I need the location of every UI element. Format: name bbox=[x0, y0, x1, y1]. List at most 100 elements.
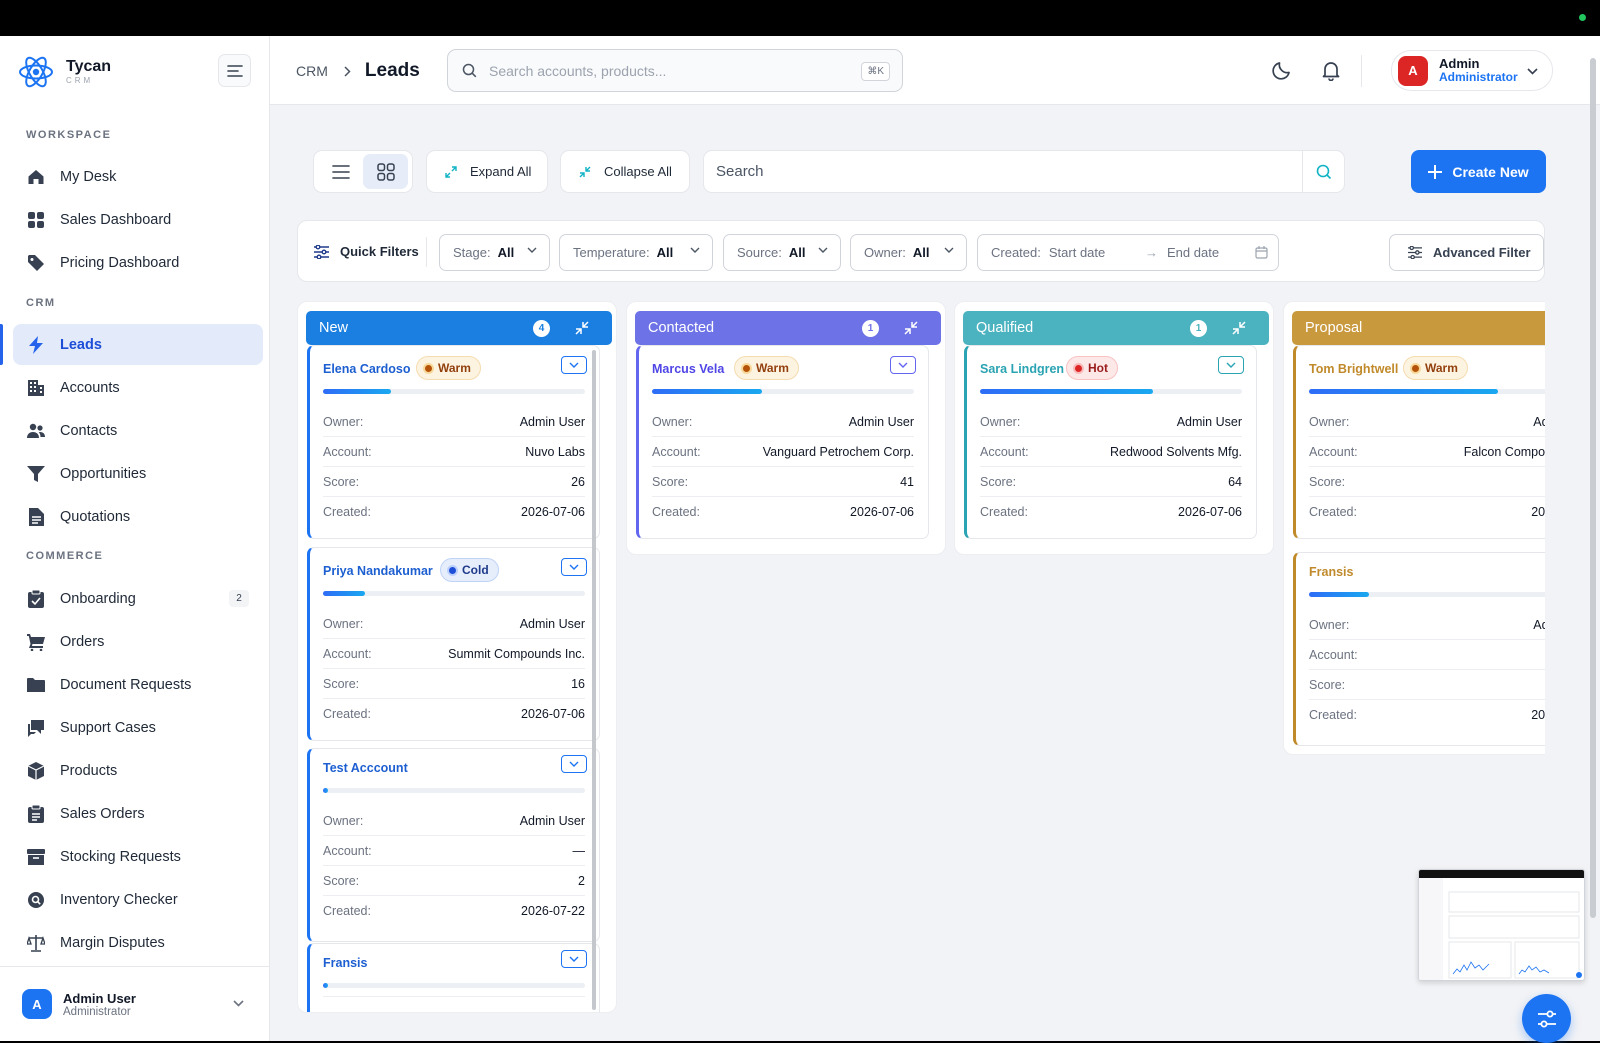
lead-card[interactable]: Fransis Owner: Adm Account: Score: Created: 20… bbox=[1293, 552, 1545, 746]
sidebar-item-document-requests[interactable]: Document Requests bbox=[13, 664, 263, 705]
field-label: Created: bbox=[323, 904, 371, 918]
breadcrumb-root[interactable]: CRM bbox=[296, 63, 328, 79]
collapse-column-icon[interactable] bbox=[1231, 320, 1247, 336]
app-window: Tycan CRM WORKSPACE My Desk Sales Dashbo… bbox=[0, 36, 1600, 1043]
lead-name-link[interactable]: Fransis bbox=[1309, 565, 1353, 579]
created-date-range[interactable]: Created: Start date → End date bbox=[977, 234, 1279, 271]
preview-image bbox=[1419, 870, 1584, 980]
sidebar-item-inventory-checker[interactable]: Inventory Checker bbox=[13, 879, 263, 920]
lead-name-link[interactable]: Marcus Vela bbox=[652, 362, 724, 376]
field-label: Owner: bbox=[323, 414, 364, 429]
lead-card[interactable]: Marcus Vela Warm Owner: Admin User Account: V… bbox=[636, 345, 929, 539]
lead-name-link[interactable]: Priya Nandakumar bbox=[323, 564, 433, 578]
board-search-button[interactable] bbox=[1302, 151, 1344, 192]
sidebar-item-opportunities[interactable]: Opportunities bbox=[13, 453, 263, 494]
sidebar-item-pricing-dashboard[interactable]: Pricing Dashboard bbox=[13, 242, 263, 283]
temperature-label: Cold bbox=[462, 563, 489, 577]
sidebar-item-margin-disputes[interactable]: Margin Disputes bbox=[13, 922, 263, 963]
lead-name-link[interactable]: Fransis bbox=[323, 956, 367, 970]
funnel-icon bbox=[27, 465, 45, 483]
temperature-filter-select[interactable]: Temperature: All bbox=[559, 234, 713, 271]
lead-name-link[interactable]: Elena Cardoso bbox=[323, 362, 411, 376]
sidebar-item-orders[interactable]: Orders bbox=[13, 621, 263, 662]
sidebar-item-leads[interactable]: Leads bbox=[0, 324, 263, 365]
sidebar-item-quotations[interactable]: Quotations bbox=[13, 496, 263, 537]
progress-fill bbox=[980, 389, 1153, 394]
global-search-input[interactable]: Search accounts, products... ⌘K bbox=[447, 49, 903, 92]
collapse-column-icon[interactable] bbox=[574, 320, 590, 336]
source-filter-select[interactable]: Source: All bbox=[723, 234, 841, 271]
sidebar-item-accounts[interactable]: Accounts bbox=[13, 367, 263, 408]
lead-score-progress bbox=[1309, 592, 1545, 597]
page-scrollbar[interactable] bbox=[1590, 58, 1596, 918]
start-date-input[interactable]: Start date bbox=[1049, 245, 1105, 260]
sidebar-item-contacts[interactable]: Contacts bbox=[13, 410, 263, 451]
field-value: Adm bbox=[1533, 414, 1545, 429]
owner-filter-select[interactable]: Owner: All bbox=[850, 234, 967, 271]
board-search-input[interactable]: Search bbox=[703, 150, 1345, 193]
sidebar-item-stocking-requests[interactable]: Stocking Requests bbox=[13, 836, 263, 877]
created-filter-label: Created: bbox=[991, 245, 1041, 260]
user-menu[interactable]: A Admin Administrator bbox=[1391, 50, 1553, 91]
screen-preview-thumbnail[interactable] bbox=[1418, 869, 1585, 981]
chevron-down-icon[interactable] bbox=[233, 1000, 244, 1007]
card-expand-toggle[interactable] bbox=[561, 950, 587, 968]
column-title: Contacted bbox=[648, 320, 715, 336]
expand-all-button[interactable]: Expand All bbox=[426, 150, 548, 193]
field-value: 41 bbox=[900, 474, 914, 489]
bell-icon[interactable] bbox=[1320, 59, 1342, 81]
lead-card[interactable]: Fransis bbox=[307, 943, 600, 1012]
lead-card[interactable]: Test Acccount Owner: Admin User Account: — Sc… bbox=[307, 748, 600, 942]
board-view-button[interactable] bbox=[363, 154, 408, 189]
column-header[interactable]: Contacted 1 bbox=[635, 311, 941, 345]
advanced-filter-button[interactable]: Advanced Filter bbox=[1389, 234, 1544, 271]
lead-name-link[interactable]: Sara Lindgren bbox=[980, 362, 1064, 376]
field-row-created: Created: 2026-07-06 bbox=[652, 497, 914, 527]
expand-all-label: Expand All bbox=[470, 164, 532, 179]
sidebar-toggle-button[interactable] bbox=[218, 54, 251, 87]
sidebar-user-footer[interactable]: A Admin User Administrator bbox=[0, 966, 269, 1041]
field-row-score: Score: bbox=[1309, 670, 1545, 700]
lead-card[interactable]: Sara Lindgren Hot Owner: Admin User Account:… bbox=[964, 345, 1257, 539]
brand[interactable]: Tycan CRM bbox=[18, 52, 111, 92]
sidebar-item-my-desk[interactable]: My Desk bbox=[13, 156, 263, 197]
column-header[interactable]: Qualified 1 bbox=[963, 311, 1269, 345]
chevron-down-icon bbox=[944, 247, 954, 253]
moon-icon[interactable] bbox=[1271, 59, 1293, 81]
lead-card[interactable]: Priya Nandakumar Cold Owner: Admin User Acco… bbox=[307, 547, 600, 741]
column-scrollbar[interactable] bbox=[592, 350, 596, 1010]
sidebar-item-label: Accounts bbox=[60, 379, 120, 396]
card-expand-toggle[interactable] bbox=[561, 558, 587, 576]
card-expand-toggle[interactable] bbox=[890, 356, 916, 374]
field-value: Falcon Compoun bbox=[1463, 444, 1545, 459]
atom-logo-icon bbox=[19, 56, 53, 88]
lead-card[interactable]: Elena Cardoso Warm Owner: Admin User Account… bbox=[307, 345, 600, 539]
lead-card[interactable]: Tom Brightwell Warm Owner: Adm Account: Falco… bbox=[1293, 345, 1545, 539]
lead-name-link[interactable]: Test Acccount bbox=[323, 761, 408, 775]
view-toggle bbox=[313, 150, 413, 193]
sidebar-item-products[interactable]: Products bbox=[13, 750, 263, 791]
list-view-button[interactable] bbox=[318, 154, 363, 189]
calendar-icon[interactable] bbox=[1255, 246, 1268, 259]
end-date-input[interactable]: End date bbox=[1167, 245, 1219, 260]
floating-settings-button[interactable] bbox=[1522, 994, 1571, 1043]
collapse-column-icon[interactable] bbox=[903, 320, 919, 336]
sidebar-item-sales-dashboard[interactable]: Sales Dashboard bbox=[13, 199, 263, 240]
sidebar-item-label: Sales Dashboard bbox=[60, 211, 172, 228]
column-header[interactable]: New 4 bbox=[306, 311, 612, 345]
card-expand-toggle[interactable] bbox=[1218, 356, 1244, 374]
column-header[interactable]: Proposal2 bbox=[1292, 311, 1545, 345]
header-divider bbox=[1361, 55, 1362, 87]
collapse-all-button[interactable]: Collapse All bbox=[560, 150, 690, 193]
column-title: Proposal bbox=[1305, 320, 1363, 336]
sidebar-item-label: Contacts bbox=[60, 422, 118, 439]
card-expand-toggle[interactable] bbox=[561, 356, 587, 374]
stage-filter-select[interactable]: Stage: All bbox=[439, 234, 550, 271]
sidebar-item-support-cases[interactable]: Support Cases bbox=[13, 707, 263, 748]
field-label: Created: bbox=[323, 505, 371, 519]
card-expand-toggle[interactable] bbox=[561, 755, 587, 773]
create-new-button[interactable]: Create New bbox=[1411, 150, 1546, 193]
sidebar-item-onboarding[interactable]: Onboarding 2 bbox=[13, 578, 263, 619]
lead-name-link[interactable]: Tom Brightwell bbox=[1309, 362, 1398, 376]
sidebar-item-sales-orders[interactable]: Sales Orders bbox=[13, 793, 263, 834]
